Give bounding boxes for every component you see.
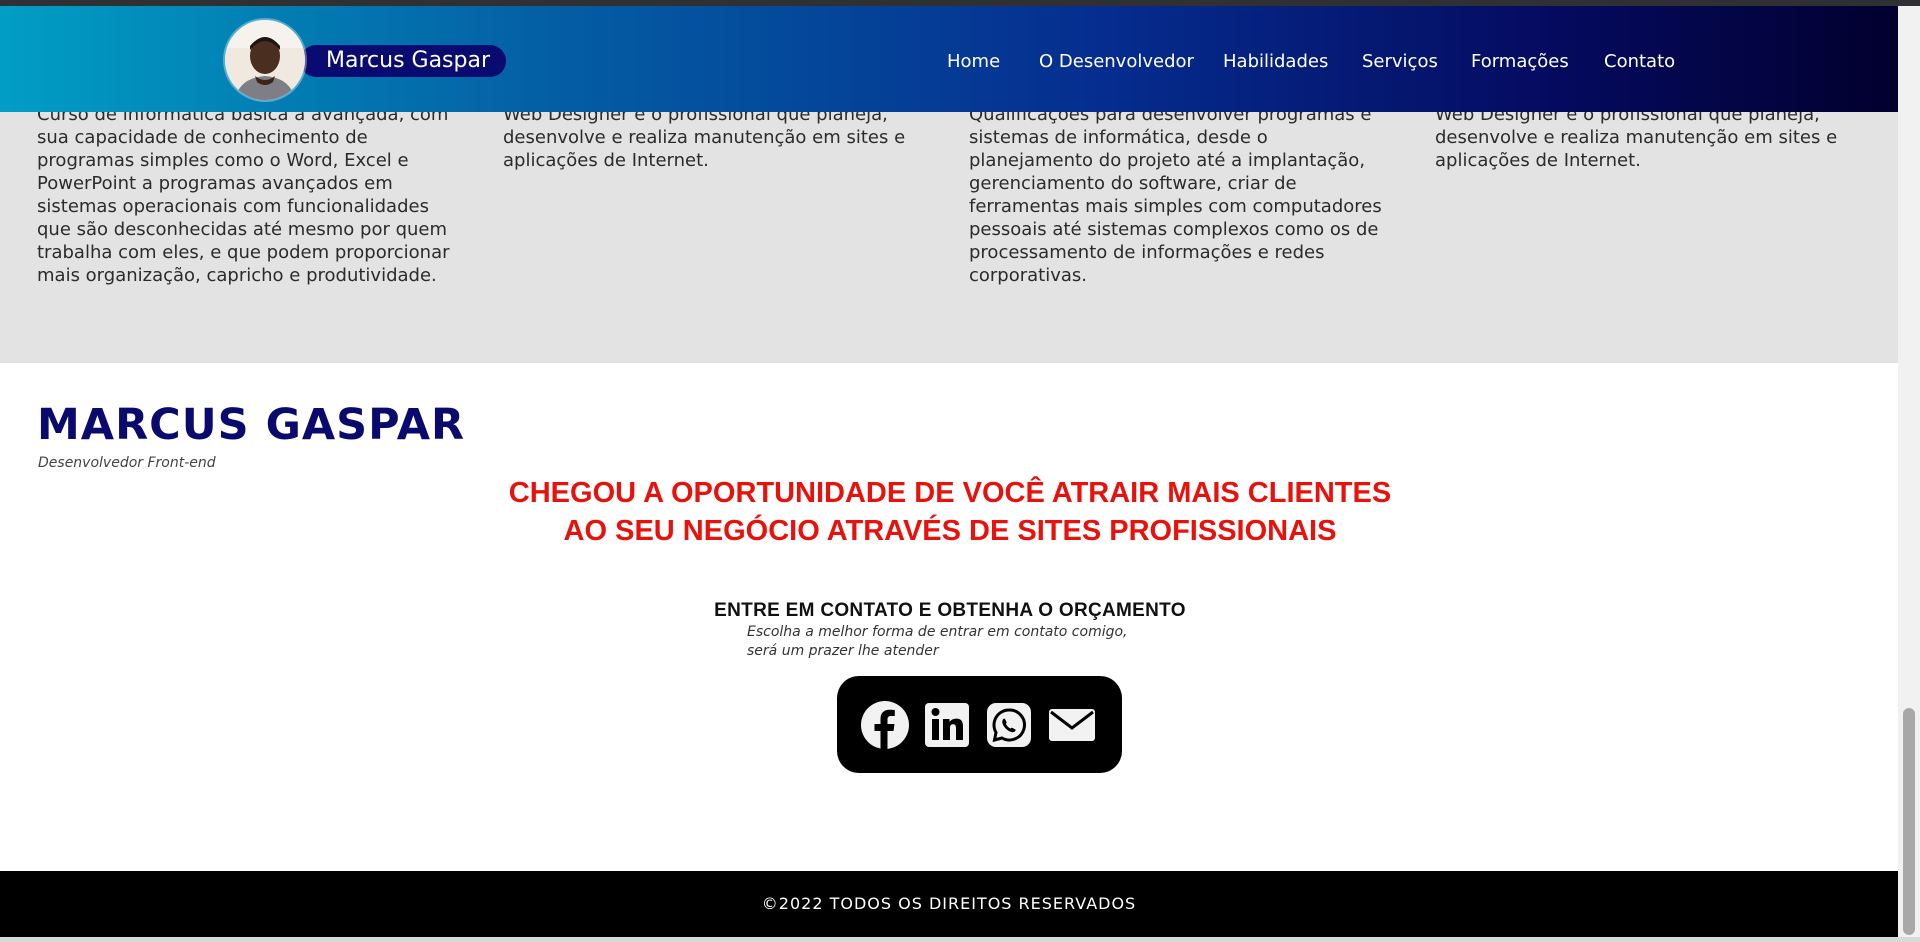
promo-headline-line1: CHEGOU A OPORTUNIDADE DE VOCÊ ATRAIR MAI… <box>508 477 1392 509</box>
brand-name[interactable]: Marcus Gaspar <box>300 45 507 77</box>
service-description: Web Designer é o profissional que planej… <box>503 104 906 171</box>
nav-link-servicos[interactable]: Serviços <box>1362 47 1438 77</box>
profile-photo <box>225 20 305 100</box>
whatsapp-icon[interactable] <box>984 700 1034 750</box>
copyright-text: ©2022 TODOS OS DIREITOS RESERVADOS <box>761 894 1137 913</box>
linkedin-icon[interactable] <box>922 700 972 750</box>
page-subtitle: Desenvolvedor Front-end <box>38 455 216 471</box>
contact-title: ENTRE EM CONTATO E OBTENHA O ORÇAMENTO <box>714 600 1186 621</box>
promo-headline-line2: AO SEU NEGÓCIO ATRAVÉS DE SITES PROFISSI… <box>563 515 1337 547</box>
contact-description: Escolha a melhor forma de entrar em cont… <box>747 623 1207 661</box>
nav-link-home[interactable]: Home <box>947 47 1000 77</box>
contact-description-line2: será um prazer lhe atender <box>747 643 939 659</box>
nav-link-o-desenvolvedor[interactable]: O Desenvolvedor <box>1039 47 1194 77</box>
nav-link-formacoes[interactable]: Formações <box>1471 47 1569 77</box>
site-header: Marcus Gaspar Home O Desenvolvedor Habil… <box>0 6 1898 112</box>
service-description: Curso de informática básica a avançada, … <box>37 104 450 286</box>
page-title: MARCUS GASPAR <box>37 400 466 450</box>
email-icon[interactable] <box>1046 700 1096 750</box>
nav-link-contato[interactable]: Contato <box>1604 47 1675 77</box>
scrollbar-thumb[interactable] <box>1903 708 1915 935</box>
facebook-icon[interactable] <box>860 700 910 750</box>
site-footer: ©2022 TODOS OS DIREITOS RESERVADOS <box>0 871 1898 937</box>
profile-avatar[interactable] <box>225 20 305 100</box>
nav-link-habilidades[interactable]: Habilidades <box>1223 47 1328 77</box>
promo-headline: CHEGOU A OPORTUNIDADE DE VOCÊ ATRAIR MAI… <box>440 474 1460 550</box>
contact-description-line1: Escolha a melhor forma de entrar em cont… <box>747 624 1128 640</box>
service-description: Qualificações para desenvolver programas… <box>969 104 1382 286</box>
social-links <box>837 676 1122 773</box>
window-bottom-border <box>0 937 1920 942</box>
service-description: Web Designer é o profissional que planej… <box>1435 104 1838 171</box>
page-scrollbar[interactable] <box>1898 6 1920 937</box>
